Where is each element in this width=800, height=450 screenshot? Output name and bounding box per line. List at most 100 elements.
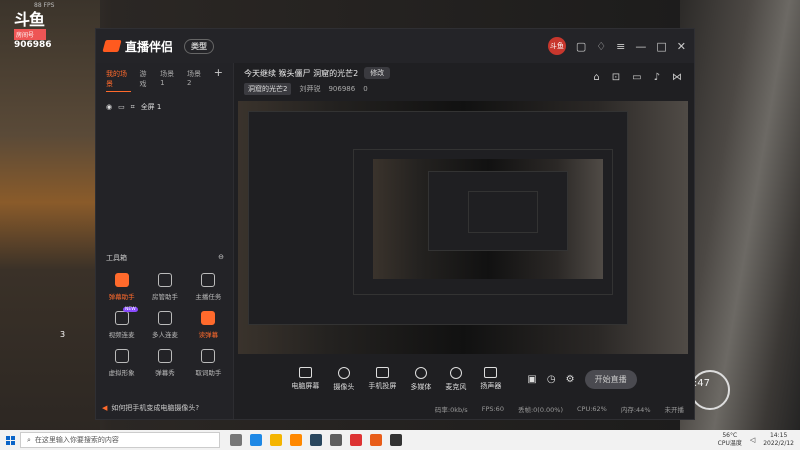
tool-read-danmu[interactable]: 读弹幕 (187, 311, 230, 339)
crop-icon: ⌗ (130, 102, 135, 111)
tool-label: 视频连麦 (108, 331, 135, 339)
new-badge: NEW (122, 307, 138, 312)
monitor-icon (298, 367, 312, 378)
main-panel: 今天继续 猴头僵尸 洞窟的光芒2 修改 洞窟的光芒2 刘莽锐 906986 0 … (234, 63, 694, 419)
tab-scene-1[interactable]: 场景 1 (160, 69, 179, 92)
game-hud-left: 3 (60, 330, 88, 386)
add-screen-button[interactable]: 电脑屏幕 (291, 367, 319, 391)
minimize-icon[interactable]: — (635, 40, 646, 53)
menu-icon[interactable]: ≡ (616, 40, 625, 53)
tab-my-scenes[interactable]: 我的场景 (106, 69, 132, 92)
add-phone-button[interactable]: 手机投屏 (368, 367, 396, 391)
tool-room-manager[interactable]: 房管助手 (143, 273, 186, 301)
timer-icon[interactable]: ◷ (547, 374, 556, 385)
clock[interactable]: 14:15 2022/2/12 (763, 432, 794, 448)
tool-multi-link[interactable]: 多人连麦 (143, 311, 186, 339)
eye-icon[interactable]: ◉ (106, 103, 112, 111)
phone-icon (375, 367, 389, 378)
titlebar: 直播伴侣 类型 斗鱼 ▢ ♢ ≡ — □ ✕ (96, 29, 694, 63)
bb-label: 扬声器 (480, 382, 502, 390)
cpu-temp[interactable]: 56°C CPU温度 (718, 432, 742, 448)
toolbox-header: 工具箱 ⊖ (96, 253, 234, 263)
bag-icon[interactable]: ▢ (576, 40, 586, 53)
settings-icon[interactable]: ⚙ (566, 374, 575, 385)
tool-video-link[interactable]: NEW 视频连麦 (100, 307, 143, 339)
maximize-icon[interactable]: □ (656, 40, 666, 53)
status-bitrate: 码率:0kb/s (434, 406, 468, 414)
search-placeholder: 在这里输入你要搜索的内容 (34, 436, 119, 444)
user-icon (157, 273, 172, 287)
download-icon (157, 311, 172, 325)
tool-avatar[interactable]: 虚拟形象 (100, 349, 143, 377)
task-view-icon[interactable] (230, 434, 242, 446)
speaker-button[interactable]: 扬声器 (480, 367, 501, 391)
edit-button[interactable]: 修改 (364, 67, 391, 79)
mic-icon (449, 366, 462, 379)
tool-host-task[interactable]: 主播任务 (187, 273, 230, 301)
companion-icon[interactable] (370, 434, 382, 446)
temp-value: 56°C (722, 432, 738, 439)
clock-time: 14:15 (769, 432, 788, 439)
bb-label: 摄像头 (333, 382, 355, 391)
mic-button[interactable]: 麦克风 (445, 366, 466, 392)
help-hint[interactable]: ◀ 如何把手机变成电脑摄像头? (102, 403, 199, 413)
steam-icon[interactable] (310, 434, 322, 446)
status-bar: 码率:0kb/s FPS:60 丢帧:0(0.00%) CPU:62% 内存:4… (234, 399, 694, 419)
tool-label: 取词助手 (195, 369, 222, 377)
word-icon (201, 349, 216, 363)
add-media-button[interactable]: 多媒体 (410, 366, 431, 392)
lock-icon[interactable]: ⊡ (612, 72, 620, 83)
edge-icon[interactable] (250, 434, 262, 446)
bell-icon[interactable]: ♪ (654, 72, 660, 83)
game-icon[interactable] (350, 434, 362, 446)
shirt-icon[interactable]: ♢ (596, 40, 606, 53)
source-bar: 电脑屏幕 摄像头 手机投屏 多媒体 麦克风 扬声器 ▣ ◷ ⚙ 开始直播 (234, 359, 694, 399)
type-pill[interactable]: 类型 (184, 38, 215, 54)
close-icon[interactable]: ✕ (677, 40, 686, 53)
app-icon[interactable] (330, 434, 342, 446)
stream-title: 今天继续 猴头僵尸 洞窟的光芒2 (244, 68, 359, 78)
add-camera-button[interactable]: 摄像头 (333, 366, 355, 392)
status-mem: 内存:44% (620, 406, 651, 414)
status-fps: FPS:60 (481, 405, 504, 413)
face-icon (114, 349, 129, 363)
tool-danmu-show[interactable]: 弹幕秀 (143, 349, 186, 377)
speaker-icon: ◀ (102, 404, 108, 412)
share-icon[interactable]: ⋈ (672, 72, 682, 83)
tool-danmu-assistant[interactable]: 弹幕助手 (100, 273, 143, 301)
live-preview[interactable] (238, 101, 688, 354)
screen-icon[interactable]: ▭ (632, 72, 641, 83)
tool-label: 主播任务 (195, 293, 222, 301)
tool-grid: 弹幕助手 房管助手 主播任务 NEW 视频连麦 多人连麦 读弹幕 虚拟形象 弹幕秀… (96, 263, 234, 387)
browser-icon[interactable] (290, 434, 302, 446)
more-icon[interactable]: ⊖ (218, 253, 224, 263)
windows-start-icon[interactable] (0, 435, 20, 445)
douyu-mark: 斗鱼 (14, 10, 45, 29)
taskbar-apps (230, 434, 402, 446)
source-item[interactable]: ◉ ▭ ⌗ 全屏 1 (96, 92, 233, 122)
host-name: 刘莽锐 (299, 85, 321, 93)
status-dropped: 丢帧:0(0.00%) (517, 406, 563, 414)
tool-label: 房管助手 (151, 293, 178, 301)
tab-game[interactable]: 游戏 (139, 69, 152, 92)
tool-word-picker[interactable]: 取词助手 (187, 349, 230, 377)
category-tag[interactable]: 洞窟的光芒2 (244, 83, 292, 95)
system-tray: 56°C CPU温度 ◁ 14:15 2022/2/12 (718, 432, 800, 448)
bb-extra: ▣ ◷ ⚙ 开始直播 (527, 369, 637, 389)
home-icon[interactable]: ⌂ (593, 72, 599, 83)
stream-info-row: 洞窟的光芒2 刘莽锐 906986 0 (234, 83, 694, 95)
folder-icon[interactable] (270, 434, 282, 446)
lock-icon[interactable]: ▭ (118, 103, 125, 111)
start-live-button[interactable]: 开始直播 (584, 369, 637, 389)
volume-icon[interactable]: ◁ (750, 436, 755, 444)
tab-scene-2[interactable]: 场景 2 (187, 69, 206, 92)
avatar[interactable]: 斗鱼 (547, 37, 566, 55)
game-compass (690, 370, 730, 410)
record-icon[interactable]: ▣ (527, 374, 536, 385)
add-scene-icon[interactable]: + (214, 67, 223, 92)
app2-icon[interactable] (390, 434, 402, 446)
windows-taskbar: ⌕ 在这里输入你要搜索的内容 56°C CPU温度 ◁ 14:15 2022/2… (0, 430, 800, 450)
taskbar-search[interactable]: ⌕ 在这里输入你要搜索的内容 (20, 432, 220, 448)
live-companion-window: 直播伴侣 类型 斗鱼 ▢ ♢ ≡ — □ ✕ 我的场景 游戏 场景 1 场景 2… (95, 28, 695, 420)
media-icon (414, 366, 427, 379)
